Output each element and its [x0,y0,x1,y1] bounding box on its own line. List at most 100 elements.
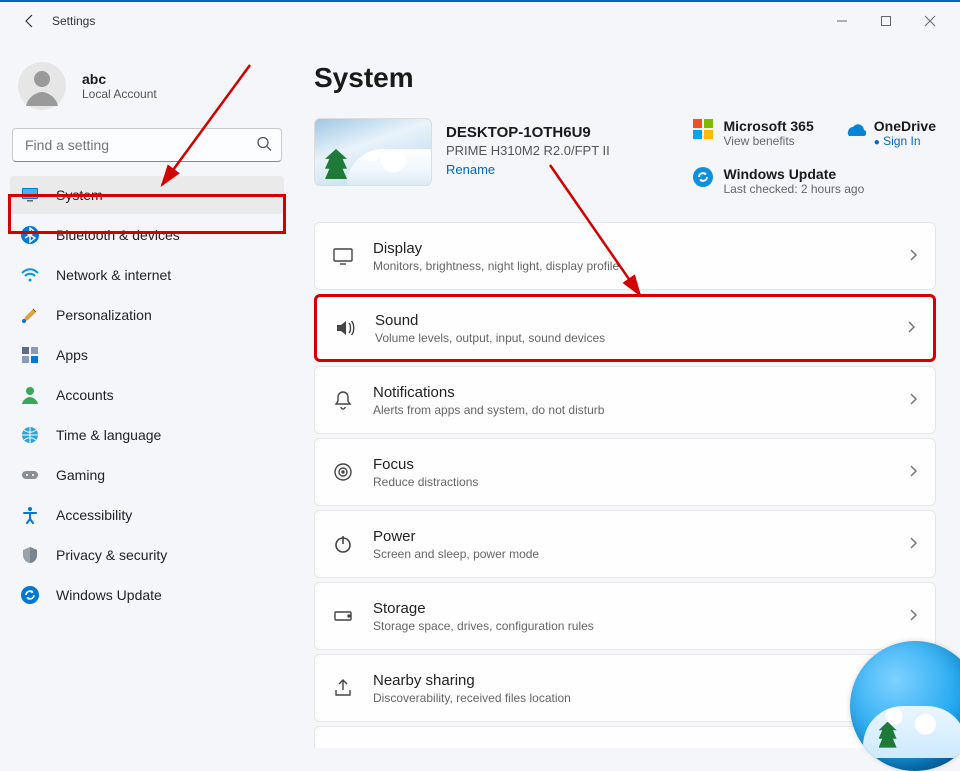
card-title: Focus [373,456,889,473]
card-notifications[interactable]: Notifications Alerts from apps and syste… [314,366,936,434]
search-input[interactable] [12,128,282,162]
tile-sub: View benefits [724,134,814,148]
card-title: Display [373,240,889,257]
device-thumbnail[interactable] [314,118,432,186]
card-title: Nearby sharing [373,672,889,689]
close-button[interactable] [908,6,952,36]
sidebar-item-apps[interactable]: Apps [10,336,284,374]
card-title: Sound [375,312,887,329]
sidebar-item-label: Accounts [56,387,114,403]
card-focus[interactable]: Focus Reduce distractions [314,438,936,506]
accessibility-icon [20,505,40,525]
card-storage[interactable]: Storage Storage space, drives, configura… [314,582,936,650]
main-content: System DESKTOP-1OTH6U9 PRIME H310M2 R2.0… [300,40,960,761]
arrow-left-icon [22,13,38,29]
wifi-icon [20,265,40,285]
monitor-icon [20,185,40,205]
tile-m365[interactable]: Microsoft 365 View benefits [692,118,814,148]
bell-icon [331,388,355,412]
tile-wupdate[interactable]: Windows Update Last checked: 2 hours ago [692,166,937,196]
power-icon [331,532,355,556]
card-sub: Alerts from apps and system, do not dist… [373,403,889,417]
card-sub: Screen and sleep, power mode [373,547,889,561]
card-sound[interactable]: Sound Volume levels, output, input, soun… [314,294,936,362]
chevron-right-icon [907,392,919,408]
share-icon [331,676,355,700]
chevron-right-icon [907,608,919,624]
back-button[interactable] [14,5,46,37]
card-sub: Storage space, drives, configuration rul… [373,619,889,633]
tile-title: OneDrive [874,118,936,134]
sidebar-item-network[interactable]: Network & internet [10,256,284,294]
globe-clock-icon [20,425,40,445]
maximize-button[interactable] [864,6,908,36]
sidebar-item-label: Bluetooth & devices [56,227,180,243]
update-icon [692,166,714,188]
sidebar-item-label: Apps [56,347,88,363]
sidebar: abc Local Account System Bluetooth & dev… [0,40,300,761]
card-cutoff[interactable] [314,726,936,748]
maximize-icon [880,15,892,27]
focus-icon [331,460,355,484]
tile-sub-text: Sign In [883,134,920,148]
avatar [18,62,66,110]
chevron-right-icon [907,248,919,264]
sidebar-item-gaming[interactable]: Gaming [10,456,284,494]
card-title: Notifications [373,384,889,401]
sidebar-item-label: Personalization [56,307,152,323]
sidebar-item-accessibility[interactable]: Accessibility [10,496,284,534]
sidebar-item-label: Time & language [56,427,161,443]
account-sub: Local Account [82,87,157,101]
sound-icon [333,316,357,340]
close-icon [924,15,936,27]
device-model: PRIME H310M2 R2.0/FPT II [446,143,646,158]
minimize-button[interactable] [820,6,864,36]
sidebar-item-label: Accessibility [56,507,132,523]
sidebar-item-update[interactable]: Windows Update [10,576,284,614]
window-title: Settings [52,14,95,28]
sidebar-item-privacy[interactable]: Privacy & security [10,536,284,574]
account-block[interactable]: abc Local Account [6,52,288,128]
bluetooth-icon [20,225,40,245]
card-title: Power [373,528,889,545]
sidebar-item-label: Privacy & security [56,547,167,563]
onedrive-icon [842,118,864,140]
display-icon [331,244,355,268]
tile-onedrive[interactable]: OneDrive ● Sign In [842,118,936,148]
card-power[interactable]: Power Screen and sleep, power mode [314,510,936,578]
apps-icon [20,345,40,365]
card-title: Storage [373,600,889,617]
tile-title: Windows Update [724,166,865,182]
sidebar-item-bluetooth[interactable]: Bluetooth & devices [10,216,284,254]
search-icon [256,136,272,155]
title-bar: Settings [0,0,960,40]
chevron-right-icon [907,536,919,552]
person-icon [20,385,40,405]
chevron-right-icon [907,464,919,480]
nav-list: System Bluetooth & devices Network & int… [6,176,288,614]
account-name: abc [82,71,157,87]
card-sub: Monitors, brightness, night light, displ… [373,259,889,273]
m365-icon [692,118,714,140]
card-nearby[interactable]: Nearby sharing Discoverability, received… [314,654,936,722]
sidebar-item-system[interactable]: System [10,176,284,214]
tile-sub: Last checked: 2 hours ago [724,182,865,196]
tile-sub: ● Sign In [874,134,936,148]
sidebar-item-label: Network & internet [56,267,171,283]
shield-icon [20,545,40,565]
storage-icon [331,604,355,628]
paintbrush-icon [20,305,40,325]
sidebar-item-time[interactable]: Time & language [10,416,284,454]
card-display[interactable]: Display Monitors, brightness, night ligh… [314,222,936,290]
sidebar-item-label: Windows Update [56,587,162,603]
sidebar-item-accounts[interactable]: Accounts [10,376,284,414]
rename-link[interactable]: Rename [446,162,495,177]
chevron-right-icon [905,320,917,336]
tile-title: Microsoft 365 [724,118,814,134]
sidebar-item-label: Gaming [56,467,105,483]
sidebar-item-label: System [56,187,103,203]
card-sub: Volume levels, output, input, sound devi… [375,331,887,345]
sidebar-item-personalization[interactable]: Personalization [10,296,284,334]
gamepad-icon [20,465,40,485]
update-icon [20,585,40,605]
